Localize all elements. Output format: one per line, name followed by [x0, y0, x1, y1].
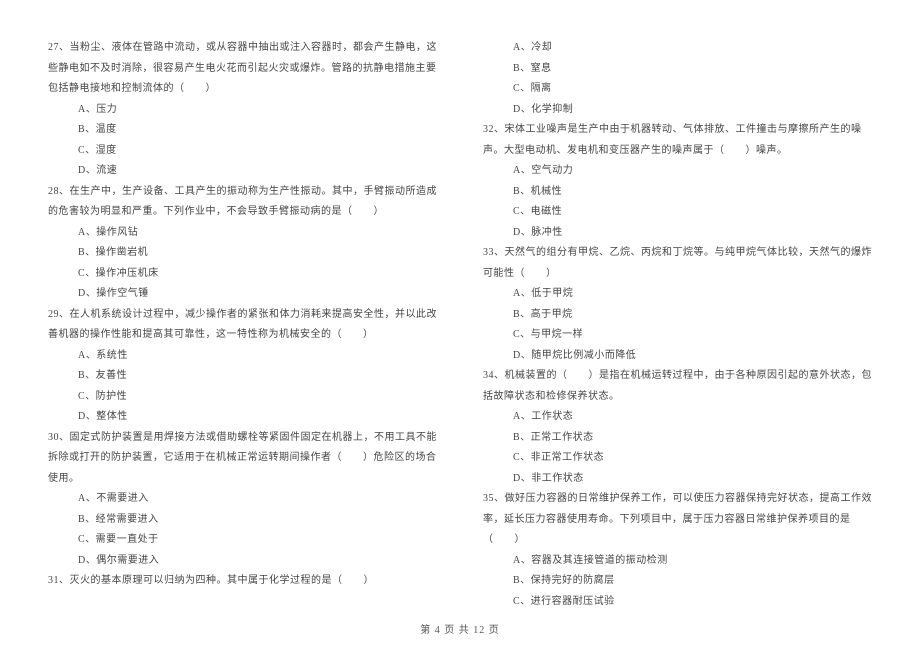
- left-column: 27、当粉尘、液体在管路中流动，或从容器中抽出或注入容器时，都会产生静电，这些静…: [48, 38, 473, 590]
- question-34-option-c: C、非正常工作状态: [483, 448, 880, 469]
- question-31-option-a: A、冷却: [483, 38, 880, 59]
- question-34-option-a: A、工作状态: [483, 407, 880, 428]
- question-29-option-c: C、防护性: [48, 387, 445, 408]
- question-30-option-a: A、不需要进入: [48, 489, 445, 510]
- question-32-text: 32、宋体工业噪声是生产中由于机器转动、气体排放、工件撞击与摩擦所产生的噪声。大…: [483, 120, 880, 161]
- question-35-option-b: B、保持完好的防腐层: [483, 571, 880, 592]
- question-29-option-b: B、友善性: [48, 366, 445, 387]
- page-container: 27、当粉尘、液体在管路中流动，或从容器中抽出或注入容器时，都会产生静电，这些静…: [0, 0, 920, 620]
- question-27-option-c: C、湿度: [48, 141, 445, 162]
- question-33-option-c: C、与甲烷一样: [483, 325, 880, 346]
- question-31-option-c: C、隔离: [483, 79, 880, 100]
- question-30-option-d: D、偶尔需要进入: [48, 551, 445, 572]
- question-27-option-b: B、温度: [48, 120, 445, 141]
- question-29-option-a: A、系统性: [48, 346, 445, 367]
- question-29-text: 29、在人机系统设计过程中，减少操作者的紧张和体力消耗来提高安全性，并以此改善机…: [48, 305, 445, 346]
- question-34-text: 34、机械装置的（ ）是指在机械运转过程中，由于各种原因引起的意外状态，包括故障…: [483, 366, 880, 407]
- question-28-option-b: B、操作凿岩机: [48, 243, 445, 264]
- question-28-option-a: A、操作风钻: [48, 223, 445, 244]
- question-29-option-d: D、整体性: [48, 407, 445, 428]
- question-35-option-a: A、容器及其连接管道的振动检测: [483, 551, 880, 572]
- question-31-option-d: D、化学抑制: [483, 100, 880, 121]
- question-33-option-a: A、低于甲烷: [483, 284, 880, 305]
- question-32-option-a: A、空气动力: [483, 161, 880, 182]
- question-33-option-d: D、随甲烷比例减小而降低: [483, 346, 880, 367]
- question-32-option-b: B、机械性: [483, 182, 880, 203]
- question-31-option-b: B、窒息: [483, 59, 880, 80]
- question-35-option-c: C、进行容器耐压试验: [483, 592, 880, 613]
- question-31-text: 31、灭火的基本原理可以归纳为四种。其中属于化学过程的是（ ）: [48, 571, 445, 592]
- question-27-text: 27、当粉尘、液体在管路中流动，或从容器中抽出或注入容器时，都会产生静电，这些静…: [48, 38, 445, 100]
- question-30-option-c: C、需要一直处于: [48, 530, 445, 551]
- question-28-option-c: C、操作冲压机床: [48, 264, 445, 285]
- right-column: A、冷却 B、窒息 C、隔离 D、化学抑制 32、宋体工业噪声是生产中由于机器转…: [473, 38, 880, 590]
- question-28-option-d: D、操作空气锤: [48, 284, 445, 305]
- question-33-option-b: B、高于甲烷: [483, 305, 880, 326]
- page-footer: 第 4 页 共 12 页: [0, 621, 920, 636]
- question-30-text: 30、固定式防护装置是用焊接方法或借助螺栓等紧固件固定在机器上，不用工具不能拆除…: [48, 428, 445, 490]
- question-33-text: 33、天然气的组分有甲烷、乙烷、丙烷和丁烷等。与纯甲烷气体比较，天然气的爆炸可能…: [483, 243, 880, 284]
- question-35-text: 35、做好压力容器的日常维护保养工作，可以使压力容器保持完好状态，提高工作效率，…: [483, 489, 880, 551]
- question-27-option-a: A、压力: [48, 100, 445, 121]
- question-32-option-c: C、电磁性: [483, 202, 880, 223]
- question-28-text: 28、在生产中，生产设备、工具产生的振动称为生产性振动。其中，手臂振动所造成的危…: [48, 182, 445, 223]
- question-32-option-d: D、脉冲性: [483, 223, 880, 244]
- question-30-option-b: B、经常需要进入: [48, 510, 445, 531]
- question-34-option-b: B、正常工作状态: [483, 428, 880, 449]
- question-27-option-d: D、流速: [48, 161, 445, 182]
- question-34-option-d: D、非工作状态: [483, 469, 880, 490]
